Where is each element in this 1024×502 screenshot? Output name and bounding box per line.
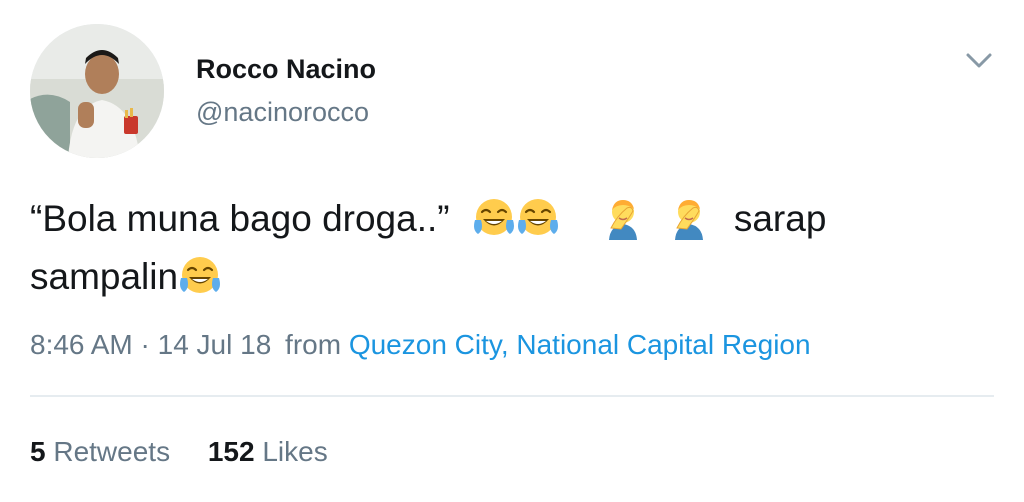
location-link[interactable]: Quezon City, National Capital Region [349, 329, 811, 360]
from-label: from [285, 329, 342, 360]
chevron-down-icon[interactable] [962, 48, 996, 74]
tweet-stats: 5 Retweets 152 Likes [30, 436, 328, 468]
tweet-card: Rocco Nacino @nacinorocco “Bola muna bag… [0, 0, 1024, 502]
retweets-label: Retweets [53, 436, 171, 467]
likes-stat[interactable]: 152 Likes [208, 436, 328, 467]
user-handle[interactable]: @nacinorocco [196, 97, 369, 128]
face-with-tears-of-joy-icon [178, 254, 222, 298]
retweets-stat[interactable]: 5 Retweets [30, 436, 178, 467]
likes-count: 152 [207, 436, 255, 467]
tweet-time[interactable]: 8:46 AM [30, 329, 133, 360]
meta-separator: · [140, 329, 150, 360]
tweet-date[interactable]: 14 Jul 18 [158, 329, 272, 360]
likes-label: Likes [262, 436, 328, 467]
face-with-tears-of-joy-icon [472, 196, 516, 240]
retweets-count: 5 [30, 436, 46, 467]
face-with-tears-of-joy-icon [516, 196, 560, 240]
display-name[interactable]: Rocco Nacino [196, 54, 376, 85]
avatar[interactable] [30, 24, 164, 158]
tweet-text-quote: “Bola muna bago droga..” [30, 198, 450, 239]
man-facepalming-icon [601, 196, 645, 240]
tweet-text-word: sarap [733, 198, 827, 239]
tweet-meta: 8:46 AM · 14 Jul 18 from Quezon City, Na… [30, 329, 811, 361]
man-facepalming-icon [667, 196, 711, 240]
tweet-text-line2: sampalin [30, 256, 179, 297]
divider [30, 395, 994, 397]
tweet-text: “Bola muna bago droga..” sarap sampalin [30, 190, 990, 306]
